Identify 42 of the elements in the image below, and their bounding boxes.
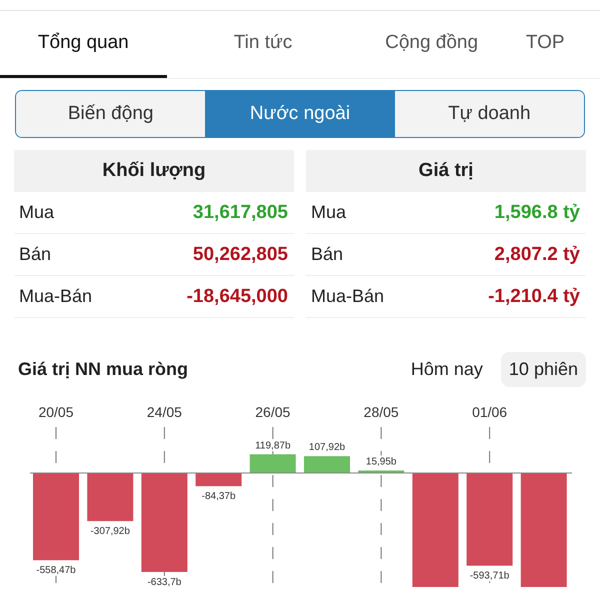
bar <box>250 454 296 473</box>
row-label: Bán <box>311 244 344 265</box>
x-axis-label: 01/06 <box>472 404 508 420</box>
x-axis-label: 28/05 <box>364 404 399 420</box>
tab[interactable]: Cộng đồng <box>359 11 504 78</box>
row-label: Mua <box>19 202 54 223</box>
x-axis-label: 24/05 <box>146 404 182 420</box>
value-label: 119,87b <box>255 440 290 452</box>
row-label: Mua-Bán <box>311 286 384 307</box>
tab[interactable]: Tổng quan <box>0 11 167 78</box>
segment-button[interactable]: Tự doanh <box>394 91 584 137</box>
segment-button[interactable]: Biến động <box>16 91 206 137</box>
bar <box>358 470 404 473</box>
row-value: -1,210.4 tỷ <box>488 286 580 308</box>
tab[interactable]: TOP <box>504 11 600 78</box>
row-value: 2,807.2 tỷ <box>494 244 580 266</box>
row-value: 50,262,805 <box>192 244 288 266</box>
x-axis-label: 20/05 <box>38 404 74 420</box>
tab[interactable]: Tin tức <box>166 11 360 78</box>
bar <box>304 456 350 473</box>
x-axis-label: 26/05 <box>255 404 290 420</box>
period-button[interactable]: Hôm nay <box>402 352 491 387</box>
table-header: Khối lượng <box>14 150 294 192</box>
table-header: Giá trị <box>306 150 586 192</box>
value-label: -558,47b <box>36 565 76 576</box>
bar <box>196 473 242 486</box>
segment-button[interactable]: Nước ngoài <box>205 91 395 137</box>
value-label: -633,7b <box>147 576 182 587</box>
row-value: 31,617,805 <box>192 202 288 224</box>
value-label: -84,37b <box>202 491 236 502</box>
row-label: Mua-Bán <box>19 286 92 307</box>
value-label: 107,92b <box>308 442 346 454</box>
row-value: 1,596.8 tỷ <box>494 202 580 224</box>
value-label: 15,95b <box>366 456 396 468</box>
period-button[interactable]: 10 phiên <box>500 352 586 387</box>
value-label: -593,71b <box>470 570 510 582</box>
row-value: -18,645,000 <box>186 286 288 308</box>
value-label: -307,92b <box>90 526 130 538</box>
row-label: Bán <box>19 244 52 265</box>
chart-title: Giá trị NN mua ròng <box>18 359 188 380</box>
bar <box>87 473 134 522</box>
row-label: Mua <box>311 202 346 223</box>
